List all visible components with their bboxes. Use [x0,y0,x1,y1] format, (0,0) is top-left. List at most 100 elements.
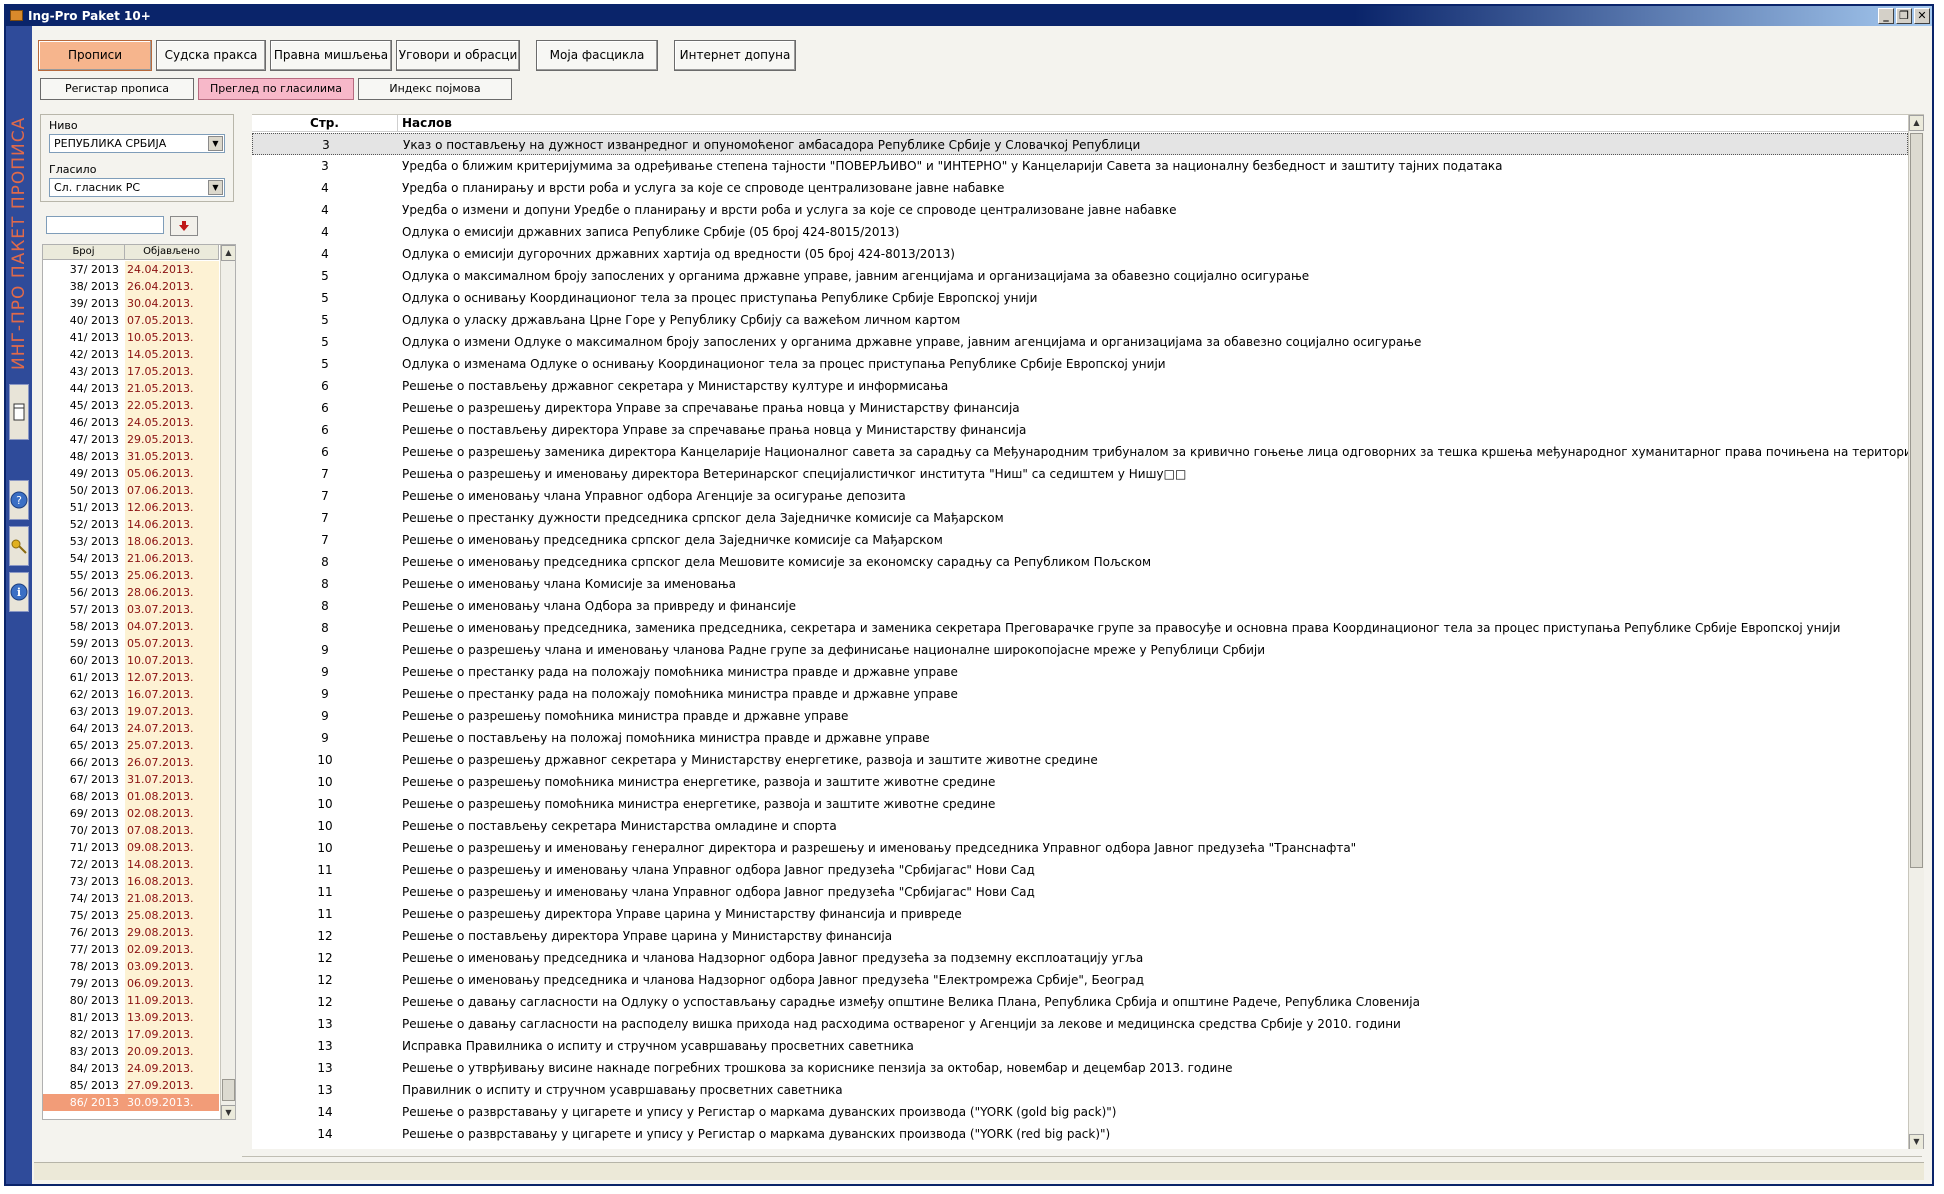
column-header-number[interactable]: Број [43,245,125,259]
close-icon[interactable]: ✕ [1914,8,1930,24]
table-row[interactable]: 8 Решење о именовању члана Комисије за им… [252,573,1908,595]
subtab-registar[interactable]: Регистар прописа [40,78,194,100]
scroll-thumb[interactable] [1910,133,1923,868]
list-item[interactable]: 83/ 2013 20.09.2013. [43,1043,219,1060]
column-header-published[interactable]: Објављено [125,245,219,259]
tab-internet-dopuna[interactable]: Интернет допуна [674,40,796,71]
search-input[interactable] [46,216,164,234]
table-row[interactable]: 13 Исправка Правилника о испиту и стручно… [252,1035,1908,1057]
list-item[interactable]: 85/ 2013 27.09.2013. [43,1077,219,1094]
table-row[interactable]: 12 Решење о постављењу директора Управе ц… [252,925,1908,947]
list-item[interactable]: 55/ 2013 25.06.2013. [43,567,219,584]
level-select[interactable]: РЕПУБЛИКА СРБИЈА ▼ [49,134,225,153]
subtab-pregled-po-glasilima[interactable]: Преглед по гласилима [198,78,354,100]
table-row[interactable]: 7 Решење о престанку дужности председника… [252,507,1908,529]
table-row[interactable]: 4 Одлука о емисији државних записа Републ… [252,221,1908,243]
list-item[interactable]: 77/ 2013 02.09.2013. [43,941,219,958]
list-item[interactable]: 65/ 2013 25.07.2013. [43,737,219,754]
list-item[interactable]: 41/ 2013 10.05.2013. [43,329,219,346]
table-row[interactable]: 8 Решење о именовању председника српског … [252,551,1908,573]
table-row[interactable]: 11 Решење о разрешењу директора Управе ца… [252,903,1908,925]
list-item[interactable]: 42/ 2013 14.05.2013. [43,346,219,363]
list-item[interactable]: 51/ 2013 12.06.2013. [43,499,219,516]
table-row[interactable]: 5 Одлука о изменама Одлуке о оснивању Коо… [252,353,1908,375]
table-row[interactable]: 7 Решење о именовању члана Управног одбор… [252,485,1908,507]
title-bar[interactable]: Ing-Pro Paket 10+ _ ❐ ✕ [6,6,1932,26]
list-item[interactable]: 73/ 2013 16.08.2013. [43,873,219,890]
list-item[interactable]: 56/ 2013 28.06.2013. [43,584,219,601]
table-row[interactable]: 11 Решење о разрешењу и именовању члана У… [252,881,1908,903]
list-item[interactable]: 63/ 2013 19.07.2013. [43,703,219,720]
table-row[interactable]: 13 Решење о утврђивању висине накнаде пог… [252,1057,1908,1079]
list-item[interactable]: 80/ 2013 11.09.2013. [43,992,219,1009]
list-item[interactable]: 72/ 2013 14.08.2013. [43,856,219,873]
list-item[interactable]: 84/ 2013 24.09.2013. [43,1060,219,1077]
minimize-icon[interactable]: _ [1878,8,1894,24]
calendar-icon[interactable] [9,384,29,440]
list-item[interactable]: 50/ 2013 07.06.2013. [43,482,219,499]
table-row[interactable]: 11 Решење о разрешењу и именовању члана У… [252,859,1908,881]
table-row[interactable]: 6 Решење о постављењу државног секретара … [252,375,1908,397]
table-row[interactable]: 3 Уредба о ближим критеријумима за одређи… [252,155,1908,177]
info-icon[interactable]: i [9,572,29,612]
column-header-title[interactable]: Наслов [398,115,452,131]
scroll-down-icon[interactable]: ▼ [1909,1134,1924,1149]
list-item[interactable]: 82/ 2013 17.09.2013. [43,1026,219,1043]
tab-moja-fascikla[interactable]: Моја фасцикла [536,40,658,71]
list-item[interactable]: 48/ 2013 31.05.2013. [43,448,219,465]
chevron-down-icon[interactable]: ▼ [208,136,223,151]
list-item[interactable]: 62/ 2013 16.07.2013. [43,686,219,703]
list-item[interactable]: 68/ 2013 01.08.2013. [43,788,219,805]
list-item[interactable]: 58/ 2013 04.07.2013. [43,618,219,635]
help-icon[interactable]: ? [9,480,29,520]
table-row[interactable]: 9 Решење о разрешењу помоћника министра п… [252,705,1908,727]
key-icon[interactable] [9,526,29,566]
list-item[interactable]: 37/ 2013 24.04.2013. [43,261,219,278]
table-row[interactable]: 13 Правилник о испиту и стручном усавршав… [252,1079,1908,1101]
list-item[interactable]: 44/ 2013 21.05.2013. [43,380,219,397]
tab-propisi[interactable]: Прописи [38,40,152,71]
list-scrollbar[interactable]: ▲ ▼ [1908,115,1924,1149]
table-row[interactable]: 12 Решење о именовању председника и члано… [252,969,1908,991]
table-row[interactable]: 12 Решење о давању сагласности на Одлуку … [252,991,1908,1013]
list-item[interactable]: 49/ 2013 05.06.2013. [43,465,219,482]
table-row[interactable]: 5 Одлука о оснивању Координационог тела з… [252,287,1908,309]
list-item[interactable]: 57/ 2013 03.07.2013. [43,601,219,618]
scroll-thumb[interactable] [222,1079,235,1101]
list-item[interactable]: 47/ 2013 29.05.2013. [43,431,219,448]
list-item[interactable]: 40/ 2013 07.05.2013. [43,312,219,329]
chevron-down-icon[interactable]: ▼ [208,180,223,195]
list-item[interactable]: 61/ 2013 12.07.2013. [43,669,219,686]
table-row[interactable]: 10 Решење о разрешењу помоћника министра … [252,771,1908,793]
scroll-down-icon[interactable]: ▼ [221,1105,235,1119]
scroll-up-icon[interactable]: ▲ [221,245,235,261]
list-item[interactable]: 71/ 2013 09.08.2013. [43,839,219,856]
list-item[interactable]: 64/ 2013 24.07.2013. [43,720,219,737]
list-item[interactable]: 45/ 2013 22.05.2013. [43,397,219,414]
table-row[interactable]: 7 Решење о именовању председника српског … [252,529,1908,551]
tab-ugovori-obrasci[interactable]: Уговори и обрасци [396,40,520,71]
list-item[interactable]: 75/ 2013 25.08.2013. [43,907,219,924]
list-item[interactable]: 52/ 2013 14.06.2013. [43,516,219,533]
table-row[interactable]: 5 Одлука о уласку држављана Црне Горе у Р… [252,309,1908,331]
tab-sudska-praksa[interactable]: Судска пракса [156,40,266,71]
table-row[interactable]: 5 Одлука о измени Одлуке о максималном бр… [252,331,1908,353]
table-row[interactable]: 9 Решење о постављењу на положај помоћник… [252,727,1908,749]
table-row[interactable]: 10 Решење о разрешењу и именовању генерал… [252,837,1908,859]
scroll-up-icon[interactable]: ▲ [1909,115,1924,131]
table-row[interactable]: 6 Решење о разрешењу заменика директора К… [252,441,1908,463]
list-item[interactable]: 39/ 2013 30.04.2013. [43,295,219,312]
list-item[interactable]: 69/ 2013 02.08.2013. [43,805,219,822]
tab-pravna-misljenja[interactable]: Правна мишљења [270,40,392,71]
table-row[interactable]: 5 Одлука о максималном броју запослених у… [252,265,1908,287]
list-item[interactable]: 38/ 2013 26.04.2013. [43,278,219,295]
list-item[interactable]: 53/ 2013 18.06.2013. [43,533,219,550]
table-row[interactable]: 7 Решења о разрешењу и именовању директор… [252,463,1908,485]
list-item[interactable]: 76/ 2013 29.08.2013. [43,924,219,941]
table-row[interactable]: 12 Решење о именовању председника и члано… [252,947,1908,969]
list-item[interactable]: 46/ 2013 24.05.2013. [43,414,219,431]
list-item[interactable]: 86/ 2013 30.09.2013. [43,1094,219,1111]
table-row[interactable]: 4 Одлука о емисији дугорочних државних ха… [252,243,1908,265]
issues-list[interactable]: Број Објављено 37/ 2013 24.04.2013. 38/ 20… [42,244,236,1120]
list-item[interactable]: 59/ 2013 05.07.2013. [43,635,219,652]
